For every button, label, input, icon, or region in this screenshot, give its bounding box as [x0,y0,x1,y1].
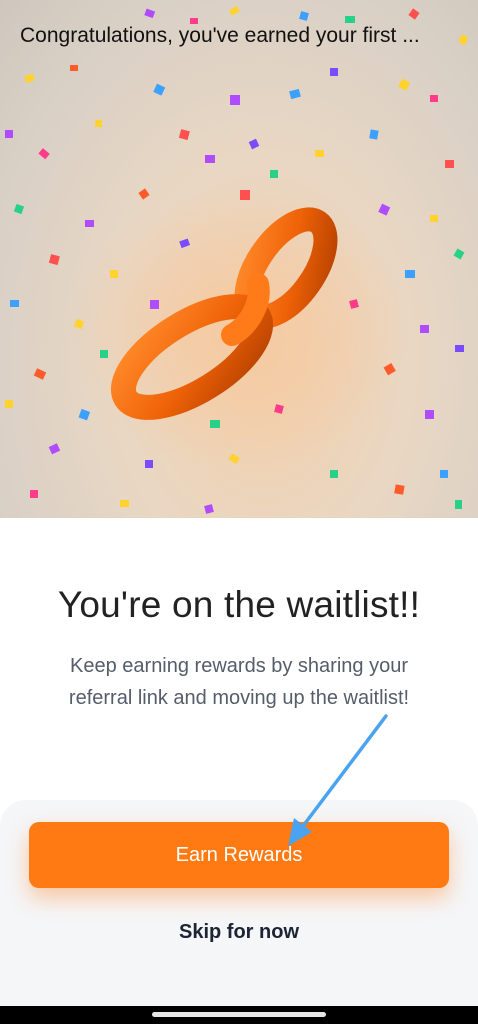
skip-for-now-button[interactable]: Skip for now [139,912,339,952]
earn-rewards-button[interactable]: Earn Rewards [29,822,449,888]
hero-illustration: Congratulations, you've earned your firs… [0,0,478,518]
waitlist-heading: You're on the waitlist!! [57,584,421,625]
waitlist-description: Keep earning rewards by sharing your ref… [68,655,410,709]
page-title: Congratulations, you've earned your firs… [20,24,420,47]
confetti-background [5,5,469,514]
home-indicator[interactable] [152,1012,326,1017]
